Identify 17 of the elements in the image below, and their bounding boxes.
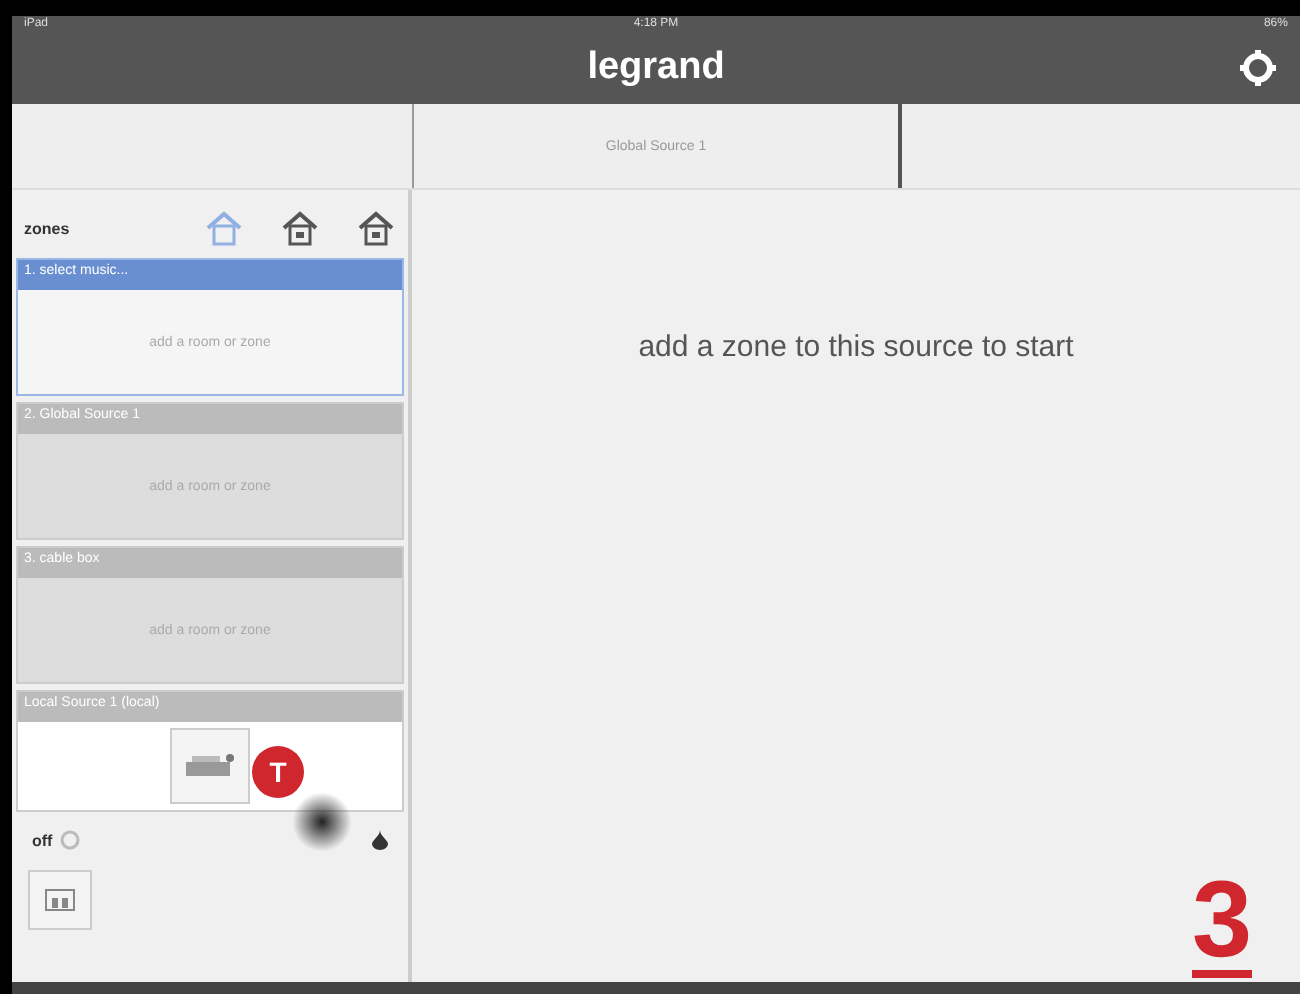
settings-button[interactable]	[1240, 50, 1276, 86]
touch-shadow	[292, 792, 352, 852]
power-state[interactable]: off	[32, 831, 53, 849]
house-filter-tab[interactable]	[280, 210, 320, 246]
empty-state-message: add a zone to this source to start	[636, 330, 1076, 364]
room-tile[interactable]	[28, 870, 92, 930]
house-filter-tab[interactable]	[356, 210, 396, 246]
app-title: legrand	[587, 46, 725, 90]
house-icon	[280, 210, 320, 246]
room-tile[interactable]	[170, 728, 250, 804]
zones-heading: zones	[24, 219, 72, 237]
drop-icon	[372, 830, 388, 850]
settings-icon	[1240, 50, 1276, 86]
room-icon	[44, 888, 76, 912]
house-icon	[356, 210, 396, 246]
device-icon	[184, 752, 236, 780]
house-icon	[204, 210, 244, 246]
